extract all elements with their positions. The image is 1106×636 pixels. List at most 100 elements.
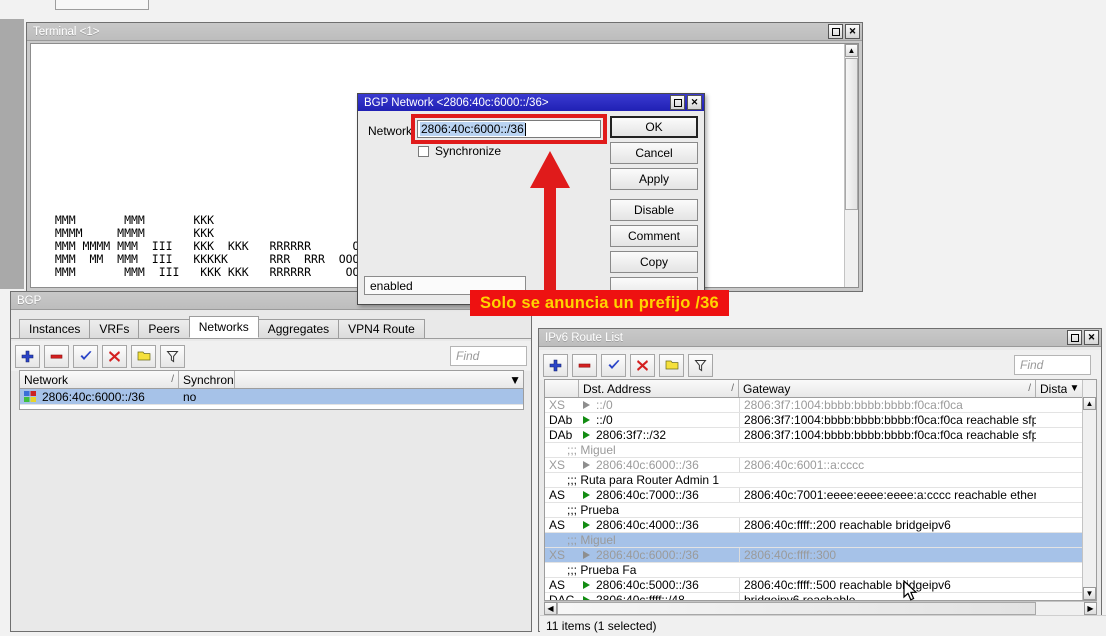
tab-networks[interactable]: Networks [189,316,259,338]
row-dst-address: 2806:40c:4000::/36 [579,518,739,532]
ipv6-route-list-window[interactable]: IPv6 Route List ✕ Find Dst. [538,328,1102,632]
tab-instances[interactable]: Instances [19,319,90,338]
hscroll-thumb[interactable] [557,602,1036,615]
terminal-titlebar[interactable]: Terminal <1> ✕ [27,23,862,41]
top-strip-button[interactable] [55,0,149,10]
tab-peers[interactable]: Peers [138,319,189,338]
close-icon[interactable]: ✕ [845,24,860,39]
table-row[interactable]: AS2806:40c:5000::/362806:40c:ffff::500 r… [545,578,1096,593]
comment-row[interactable]: ;;; Ruta para Router Admin 1 [545,473,1096,488]
dialog-title: BGP Network <2806:40c:6000::/36> [364,97,668,109]
disable-button[interactable]: Disable [610,199,698,221]
maximize-icon[interactable] [670,95,685,110]
table-row[interactable]: XS::/02806:3f7:1004:bbbb:bbbb:bbbb:f0ca:… [545,398,1096,413]
bgp-networks-table: Network / Synchron... ▼ 2806:40c:6000::/… [19,370,524,410]
row-comment: ;;; Prueba [545,503,1096,517]
minus-icon[interactable] [572,354,597,377]
route-titlebar[interactable]: IPv6 Route List ✕ [539,329,1101,347]
table-row[interactable]: AS2806:40c:7000::/362806:40c:7001:eeee:e… [545,488,1096,503]
route-active-arrow-icon [583,416,590,424]
row-flags: AS [545,578,579,592]
row-gateway: bridgeipv6 reachable [739,593,1036,600]
scroll-down-button[interactable]: ▼ [1083,587,1096,600]
column-header-synchronize[interactable]: Synchron... [179,371,235,388]
table-row[interactable]: DAC2806:40c:ffff::/48bridgeipv6 reachabl… [545,593,1096,600]
route-vertical-scrollbar[interactable]: ▲ ▼ [1082,380,1096,600]
terminal-vertical-scrollbar[interactable]: ▲ [844,44,858,287]
row-dst-address: 2806:40c:5000::/36 [579,578,739,592]
desktop-shade-left [0,19,24,289]
annotation-arrow-icon [520,143,580,298]
dialog-titlebar[interactable]: BGP Network <2806:40c:6000::/36> ✕ [358,94,704,111]
comment-row[interactable]: ;;; Prueba Fa [545,563,1096,578]
column-menu-icon[interactable]: ▼ [507,371,523,388]
bgp-toolbar[interactable]: Find [11,341,531,371]
sort-indicator: / [171,374,174,385]
column-header-flags[interactable] [545,380,579,397]
cross-icon[interactable] [102,345,127,368]
comment-icon[interactable] [131,345,156,368]
comment-row[interactable]: ;;; Miguel [545,443,1096,458]
check-icon[interactable] [73,345,98,368]
close-icon[interactable]: ✕ [687,95,702,110]
scroll-up-button[interactable]: ▲ [1083,397,1096,410]
table-row[interactable]: XS2806:40c:6000::/362806:40c:ffff::300 [545,548,1096,563]
comment-button[interactable]: Comment [610,225,698,247]
plus-icon[interactable] [543,354,568,377]
button-label: Apply [639,172,669,186]
scroll-left-button[interactable]: ◀ [544,602,557,615]
close-icon[interactable]: ✕ [1084,330,1099,345]
filter-icon[interactable] [160,345,185,368]
maximize-icon[interactable] [1067,330,1082,345]
bgp-window[interactable]: BGP Instances VRFs Peers Networks Aggreg… [10,291,532,632]
route-active-arrow-icon [583,461,590,469]
table-row[interactable]: XS2806:40c:6000::/362806:40c:6001::a:ccc… [545,458,1096,473]
row-dst-text: 2806:40c:ffff::/48 [596,593,685,600]
route-find-input[interactable]: Find [1014,355,1091,375]
route-active-arrow-icon [583,491,590,499]
maximize-icon[interactable] [828,24,843,39]
table-row[interactable]: DAb2806:3f7::/322806:3f7:1004:bbbb:bbbb:… [545,428,1096,443]
row-gateway: 2806:3f7:1004:bbbb:bbbb:bbbb:f0ca:f0ca r… [739,413,1036,427]
route-active-arrow-icon [583,551,590,559]
column-header-gateway[interactable]: Gateway / [739,380,1036,397]
row-gateway: 2806:40c:ffff::500 reachable bridgeipv6 [739,578,1036,592]
tab-vrfs[interactable]: VRFs [89,319,139,338]
tab-aggregates[interactable]: Aggregates [258,319,339,338]
comment-row[interactable]: ;;; Prueba [545,503,1096,518]
sort-indicator: / [731,383,734,394]
scroll-right-button[interactable]: ▶ [1084,602,1097,615]
row-dst-address: 2806:40c:7000::/36 [579,488,739,502]
copy-button[interactable]: Copy [610,251,698,273]
dialog-status-value: enabled [370,279,413,293]
column-header-network[interactable]: Network / [20,371,179,388]
dialog-button-column[interactable]: OK Cancel Apply Disable Comment Copy [610,116,698,299]
ok-button[interactable]: OK [610,116,698,138]
column-header-dst-address[interactable]: Dst. Address / [579,380,739,397]
table-row[interactable]: 2806:40c:6000::/36 no [20,389,523,405]
table-row[interactable]: AS2806:40c:4000::/362806:40c:ffff::200 r… [545,518,1096,533]
row-gateway: 2806:40c:ffff::300 [739,548,1036,562]
annotation-banner: Solo se anuncia un prefijo /36 [470,290,729,316]
route-column-menu-icon[interactable]: ▼ [1067,380,1082,398]
route-active-arrow-icon [583,596,590,600]
route-horizontal-scrollbar[interactable]: ◀ ▶ [544,601,1097,615]
network-label: Network: [368,124,415,138]
row-flags: AS [545,488,579,502]
minus-icon[interactable] [44,345,69,368]
tab-vpn4-route[interactable]: VPN4 Route [338,319,425,338]
table-row[interactable]: DAb::/02806:3f7:1004:bbbb:bbbb:bbbb:f0ca… [545,413,1096,428]
comment-icon[interactable] [659,354,684,377]
scroll-up-button[interactable]: ▲ [845,44,858,57]
check-icon[interactable] [601,354,626,377]
bgp-tab-bar[interactable]: Instances VRFs Peers Networks Aggregates… [11,316,531,339]
cancel-button[interactable]: Cancel [610,142,698,164]
plus-icon[interactable] [15,345,40,368]
comment-row[interactable]: ;;; Miguel [545,533,1096,548]
route-toolbar[interactable]: Find [539,350,1101,380]
bgp-find-input[interactable]: Find [450,346,527,366]
apply-button[interactable]: Apply [610,168,698,190]
filter-icon[interactable] [688,354,713,377]
cross-icon[interactable] [630,354,655,377]
scrollbar-thumb[interactable] [845,58,858,210]
